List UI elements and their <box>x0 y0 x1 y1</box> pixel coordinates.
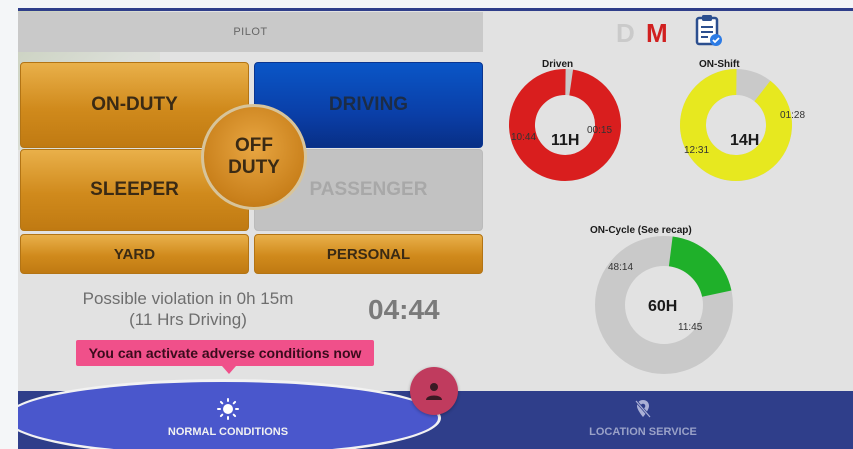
location-service-label: LOCATION SERVICE <box>589 426 697 438</box>
shift-used-arc <box>680 69 792 181</box>
normal-conditions-tab[interactable]: NORMAL CONDITIONS <box>128 398 328 438</box>
normal-conditions-label: NORMAL CONDITIONS <box>167 426 289 438</box>
location-service-tab[interactable]: LOCATION SERVICE <box>538 398 748 438</box>
m-indicator[interactable]: M <box>646 18 668 49</box>
pilot-header[interactable]: PILOT <box>18 12 483 52</box>
cycle-center-value: 60H <box>648 298 678 315</box>
off-duty-label-line1: OFF <box>234 135 273 156</box>
driven-used-value: 10:44 <box>511 132 537 143</box>
off-duty-label-line2: DUTY <box>228 157 280 178</box>
tooltip-pointer <box>222 366 236 374</box>
d-indicator[interactable]: D <box>616 18 635 49</box>
person-icon <box>426 383 442 400</box>
location-off-icon <box>635 400 651 418</box>
violation-line1: Possible violation in 0h 15m <box>82 289 294 308</box>
driven-center-value: 11H <box>551 132 580 149</box>
yard-button[interactable]: YARD <box>20 234 249 274</box>
cycle-used-value: 48:14 <box>608 262 634 273</box>
violation-warning: Possible violation in 0h 15m (11 Hrs Dri… <box>68 288 308 330</box>
driver-profile-button[interactable] <box>410 367 458 415</box>
violation-countdown: 04:44 <box>368 294 440 325</box>
personal-button[interactable]: PERSONAL <box>254 234 483 274</box>
shift-donut[interactable] <box>679 68 793 182</box>
clipboard-check-icon[interactable] <box>694 14 724 48</box>
driven-remaining-value: 00:15 <box>587 125 613 136</box>
app-screen: PILOT ON-DUTY DRIVING SLEEPER PASSENGER … <box>18 8 853 449</box>
violation-line2: (11 Hrs Driving) <box>129 310 247 329</box>
shift-center-value: 14H <box>730 132 760 149</box>
shift-remaining-value: 01:28 <box>780 110 806 121</box>
off-duty-button[interactable]: OFF DUTY <box>201 104 307 210</box>
adverse-conditions-tooltip[interactable]: You can activate adverse conditions now <box>76 340 374 366</box>
top-accent-bar <box>18 8 853 11</box>
sun-icon <box>217 398 239 420</box>
shift-used-value: 12:31 <box>684 145 710 156</box>
cycle-remaining-value: 11:45 <box>678 322 703 333</box>
